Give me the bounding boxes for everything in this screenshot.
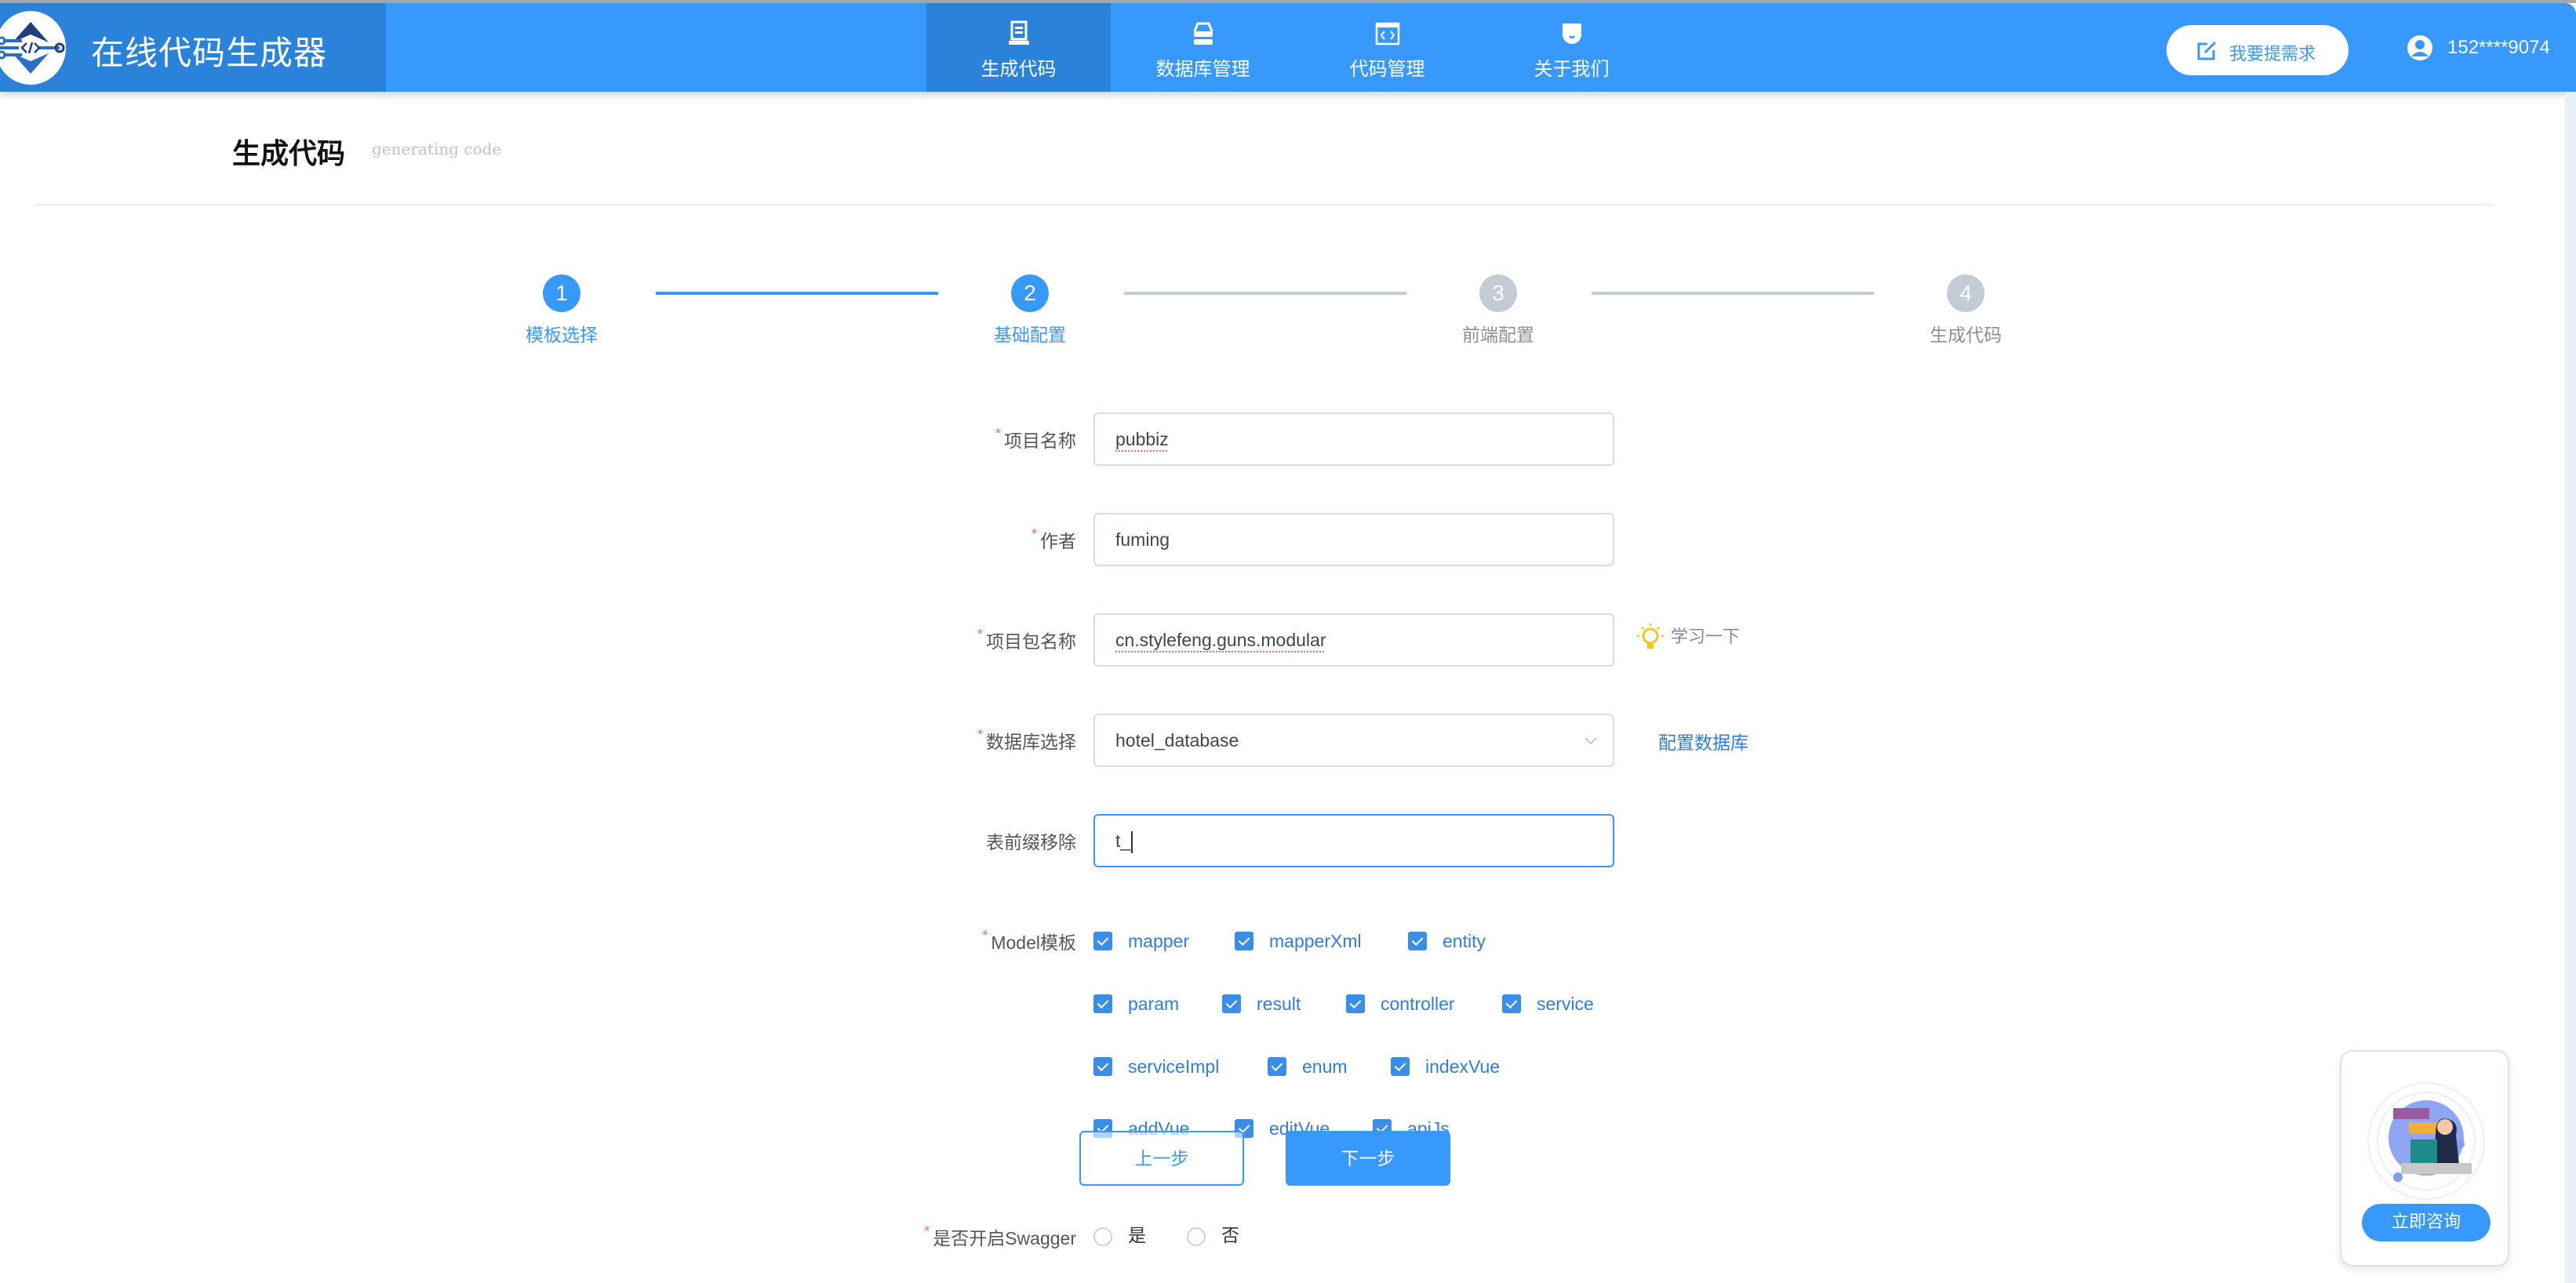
nav-generate-code[interactable]: 生成代码 [926, 3, 1111, 92]
swagger-label: * 是否开启Swagger [924, 1223, 1076, 1248]
checkbox-checked-icon [1408, 931, 1427, 950]
step-4-circle: 4 [1947, 274, 1985, 312]
step-3-circle: 3 [1479, 274, 1517, 312]
nav-code-management[interactable]: 代码管理 [1295, 3, 1479, 92]
consult-now-button[interactable]: 立即咨询 [2362, 1204, 2490, 1241]
package-name-label: * 项目包名称 [977, 627, 1076, 652]
brand-area[interactable]: 在线代码生成器 [0, 3, 386, 92]
page-subtitle: generating code [372, 140, 502, 158]
scrollbar-track[interactable] [2565, 92, 2576, 1283]
text-caret [1131, 830, 1133, 853]
required-mark: * [995, 426, 1001, 442]
project-name-label: * 项目名称 [995, 426, 1076, 451]
monitor-icon [1008, 20, 1029, 45]
radio-icon [1187, 1227, 1206, 1246]
submit-request-button[interactable]: 我要提需求 [2167, 25, 2349, 75]
table-prefix-input[interactable]: t_ [1093, 814, 1614, 867]
checkbox-enum[interactable]: enum [1268, 1055, 1348, 1078]
nav-label: 关于我们 [1534, 59, 1610, 80]
checkbox-checked-icon [1093, 931, 1112, 950]
circuit-code-logo-icon [0, 11, 66, 85]
database-icon [1193, 22, 1213, 45]
checkbox-checked-icon [1093, 1056, 1112, 1076]
required-mark: * [977, 727, 983, 743]
step-1-circle: 1 [543, 274, 580, 312]
step-connector-3 [1592, 292, 1874, 295]
required-mark: * [977, 627, 983, 642]
consult-widget: 立即咨询 [2340, 1050, 2509, 1267]
checkbox-indexvue[interactable]: indexVue [1391, 1055, 1500, 1078]
checkbox-serviceimpl[interactable]: serviceImpl [1093, 1055, 1219, 1078]
step-2-label: 基础配置 [994, 325, 1066, 345]
checkbox-checked-icon [1391, 1056, 1410, 1076]
edit-icon [2197, 41, 2217, 60]
request-button-label: 我要提需求 [2229, 44, 2316, 64]
author-input[interactable]: fuming [1093, 513, 1614, 566]
nav-label: 生成代码 [981, 59, 1057, 80]
required-mark: * [1031, 526, 1037, 542]
checkbox-checked-icon [1235, 931, 1253, 950]
database-select[interactable]: hotel_database [1093, 714, 1614, 767]
project-name-input[interactable]: pubbiz [1093, 413, 1614, 466]
nav-database-management[interactable]: 数据库管理 [1111, 3, 1295, 92]
checkbox-checked-icon [1346, 994, 1365, 1013]
step-1-label: 模板选择 [526, 325, 598, 345]
step-4-label: 生成代码 [1930, 325, 2002, 345]
learn-more-hint[interactable]: 学习一下 [1635, 622, 1740, 653]
radio-icon [1093, 1227, 1112, 1246]
checkbox-result[interactable]: result [1222, 992, 1301, 1016]
author-label: * 作者 [1031, 526, 1076, 551]
page-title: 生成代码 [232, 137, 346, 170]
nav-label: 数据库管理 [1155, 59, 1250, 80]
step-connector-1 [656, 292, 938, 295]
nav-about-us[interactable]: 关于我们 [1479, 3, 1664, 92]
user-icon[interactable] [2407, 35, 2433, 61]
checkbox-checked-icon [1502, 994, 1521, 1013]
required-mark: * [982, 928, 988, 943]
lightbulb-icon [1637, 623, 1664, 649]
model-template-label: * Model模板 [982, 928, 1076, 953]
top-header: 在线代码生成器 生成代码 数据库管理 代码管理 关于我们 我要提需求 152**… [0, 3, 2576, 92]
required-mark: * [924, 1223, 930, 1239]
table-prefix-label: 表前缀移除 [986, 832, 1076, 852]
checkbox-service[interactable]: service [1502, 992, 1594, 1016]
app-title: 在线代码生成器 [91, 34, 328, 72]
chevron-down-icon [1585, 737, 1597, 745]
previous-step-button[interactable]: 上一步 [1079, 1131, 1244, 1186]
code-window-icon [1375, 22, 1399, 45]
checkbox-checked-icon [1093, 994, 1112, 1013]
checkbox-checked-icon [1268, 1056, 1286, 1076]
title-divider [35, 204, 2494, 205]
step-2-circle: 2 [1011, 274, 1049, 312]
checkbox-param[interactable]: param [1093, 992, 1179, 1016]
swagger-radio-no[interactable]: 否 [1187, 1223, 1239, 1247]
step-3-label: 前端配置 [1462, 325, 1534, 345]
configure-database-link[interactable]: 配置数据库 [1658, 728, 1748, 754]
checkbox-mapper[interactable]: mapper [1093, 929, 1189, 953]
checkbox-controller[interactable]: controller [1346, 992, 1455, 1016]
checkbox-mapperxml[interactable]: mapperXml [1235, 929, 1362, 953]
about-icon [1562, 24, 1581, 44]
swagger-radio-yes[interactable]: 是 [1093, 1223, 1146, 1247]
step-connector-2 [1124, 292, 1406, 295]
nav-label: 代码管理 [1349, 59, 1425, 80]
customer-service-illustration-icon [2367, 1082, 2485, 1200]
package-name-input[interactable]: cn.stylefeng.guns.modular [1093, 613, 1614, 667]
database-select-label: * 数据库选择 [977, 727, 1076, 752]
checkbox-entity[interactable]: entity [1408, 929, 1486, 953]
next-step-button[interactable]: 下一步 [1286, 1131, 1450, 1186]
user-phone[interactable]: 152****9074 [2447, 37, 2550, 59]
checkbox-checked-icon [1222, 994, 1241, 1013]
